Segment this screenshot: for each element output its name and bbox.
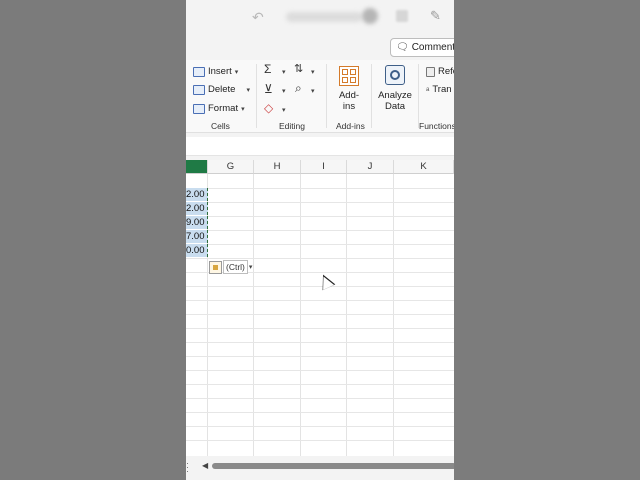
column-header-f[interactable] [186, 160, 208, 174]
add-ins-group-label: Add-ins [336, 121, 365, 131]
document-title-blurred [286, 12, 362, 22]
selected-cell[interactable]: 2.00 [186, 188, 208, 201]
title-bar: ↶ ✎ [186, 0, 454, 36]
worksheet-grid[interactable]: G H I J K 2.00 2.00 9.00 7.00 0.00 (Ctrl… [186, 160, 454, 456]
editing-group-label: Editing [279, 121, 305, 131]
reference-icon [426, 66, 435, 77]
translate-icon: ᵃ [426, 84, 430, 95]
gridline [186, 230, 454, 231]
chevron-down-icon: ▾ [248, 264, 253, 271]
gridline [186, 398, 454, 399]
column-header-i[interactable]: I [301, 160, 347, 174]
gridline [186, 300, 454, 301]
group-divider [371, 64, 372, 128]
scroll-left-arrow-icon[interactable]: ◀ [202, 461, 208, 470]
group-divider [326, 64, 327, 128]
gridline [186, 370, 454, 371]
gridline [186, 328, 454, 329]
scrollbar-thumb[interactable] [212, 463, 454, 469]
cells-group-label: Cells [211, 121, 230, 131]
delete-cells-icon [193, 84, 205, 95]
paste-icon [209, 260, 222, 274]
comments-button[interactable]: 🗨 Comments [390, 38, 454, 57]
chevron-down-icon[interactable]: ▾ [282, 68, 286, 76]
paste-options-button[interactable]: (Ctrl) ▾ [209, 260, 252, 274]
chevron-down-icon[interactable]: ▾ [311, 87, 315, 95]
chevron-down-icon[interactable]: ▾ [282, 106, 286, 114]
column-header-g[interactable]: G [208, 160, 254, 174]
gridline [186, 440, 454, 441]
gridline [186, 314, 454, 315]
analyze-data-button[interactable]: Analyze Data [376, 90, 414, 112]
gridline [186, 258, 454, 259]
pen-icon[interactable]: ✎ [430, 8, 441, 24]
ribbon: Insert ▾ Delete ▾ Format ▾ Cells Σ ▾ ⇅ ▾… [186, 60, 454, 133]
format-button[interactable]: Format ▾ [193, 103, 245, 114]
chevron-down-icon[interactable]: ▾ [282, 87, 286, 95]
analyze-data-icon [385, 65, 405, 85]
gridline [186, 188, 454, 189]
selected-cell[interactable]: 9.00 [186, 216, 208, 229]
insert-button[interactable]: Insert ▾ [193, 66, 238, 77]
gridline [186, 342, 454, 343]
account-avatar[interactable] [362, 8, 378, 24]
chevron-down-icon: ▾ [234, 68, 239, 76]
gridline [186, 202, 454, 203]
fill-icon[interactable]: ⊻ [264, 82, 273, 96]
autosum-icon[interactable]: Σ [264, 62, 271, 76]
sort-filter-icon[interactable]: ⇅ [294, 62, 303, 75]
undo-icon[interactable]: ↶ [252, 9, 264, 26]
chevron-down-icon: ▾ [241, 105, 245, 113]
horizontal-scrollbar[interactable]: · · · ◀ [186, 458, 454, 476]
group-divider [418, 64, 419, 128]
column-header-j[interactable]: J [347, 160, 394, 174]
formula-bar-area [186, 137, 454, 156]
letterbox-right [454, 0, 640, 480]
selected-cell[interactable]: 2.00 [186, 202, 208, 215]
sheet-tabs-handle-icon[interactable]: · · · [186, 459, 189, 476]
find-select-icon[interactable]: ⌕ [295, 81, 302, 96]
excel-window: ↶ ✎ 🗨 Comments Insert ▾ Delete ▾ Format … [186, 0, 454, 480]
gridline [186, 356, 454, 357]
chevron-down-icon[interactable]: ▾ [311, 68, 315, 76]
chevron-down-icon: ▾ [246, 86, 250, 94]
functions-group-label: Functions [419, 121, 454, 131]
selected-cell[interactable]: 7.00 [186, 230, 208, 243]
translate-button[interactable]: ᵃ Tran [426, 84, 452, 95]
letterbox-left [0, 0, 186, 480]
format-cells-icon [193, 103, 205, 114]
add-ins-button[interactable]: Add-ins [334, 90, 364, 112]
gridline [186, 426, 454, 427]
ribbon-display-icon[interactable] [396, 10, 408, 22]
clear-icon[interactable]: ◇ [264, 101, 273, 115]
column-header-h[interactable]: H [254, 160, 301, 174]
gridline [186, 412, 454, 413]
column-header-k[interactable]: K [394, 160, 454, 174]
delete-button[interactable]: Delete ▾ [193, 84, 250, 95]
gridline [186, 244, 454, 245]
selected-cell[interactable]: 0.00 [186, 244, 208, 257]
add-ins-icon [339, 66, 359, 86]
gridline [186, 384, 454, 385]
comment-icon: 🗨 [396, 42, 409, 53]
insert-cells-icon [193, 66, 205, 77]
reference-button[interactable]: Refe [426, 66, 454, 77]
gridline [186, 216, 454, 217]
group-divider [256, 64, 257, 128]
